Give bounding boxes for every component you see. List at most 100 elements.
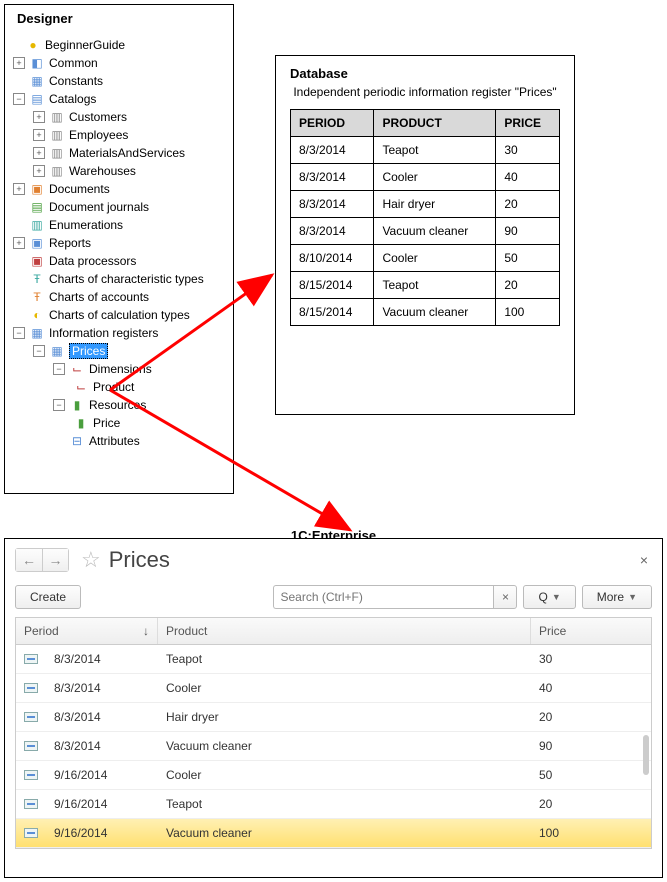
cell-period: 8/3/2014 bbox=[46, 710, 158, 724]
grid-header: Period↓ Product Price bbox=[16, 618, 651, 645]
catalog-item-icon: ▥ bbox=[49, 145, 65, 161]
nav-back-button[interactable]: ← bbox=[16, 549, 42, 571]
tree-reports[interactable]: +▣Reports bbox=[9, 234, 229, 252]
db-cell: 100 bbox=[496, 299, 560, 326]
favorite-star-icon[interactable]: ☆ bbox=[81, 547, 101, 573]
tree-cctypes[interactable]: ŦCharts of characteristic types bbox=[9, 270, 229, 288]
tree-materials[interactable]: +▥MaterialsAndServices bbox=[9, 144, 229, 162]
cell-product: Teapot bbox=[158, 797, 531, 811]
expand-icon[interactable]: + bbox=[13, 237, 25, 249]
tree-catalogs[interactable]: −▤Catalogs bbox=[9, 90, 229, 108]
collapse-icon[interactable]: − bbox=[13, 93, 25, 105]
tree-dimensions[interactable]: −⌙Dimensions bbox=[9, 360, 229, 378]
row-icon-cell bbox=[16, 683, 46, 693]
chevron-down-icon: ▼ bbox=[628, 592, 637, 602]
resource-group-icon: ▮ bbox=[69, 397, 85, 413]
collapse-icon[interactable]: − bbox=[13, 327, 25, 339]
grid-row[interactable]: 9/16/2014Cooler50 bbox=[16, 761, 651, 790]
dataproc-icon: ▣ bbox=[29, 253, 45, 269]
chart-icon: Ŧ bbox=[29, 289, 45, 305]
enterprise-header: ← → ☆ Prices × bbox=[5, 539, 662, 581]
tree-product-dim[interactable]: ⌙Product bbox=[9, 378, 229, 396]
database-title: Database bbox=[290, 66, 560, 81]
expand-icon[interactable]: + bbox=[13, 183, 25, 195]
journal-icon: ▤ bbox=[29, 199, 45, 215]
dimension-group-icon: ⌙ bbox=[69, 361, 85, 377]
grid-row[interactable]: 8/3/2014Teapot30 bbox=[16, 645, 651, 674]
col-product[interactable]: Product bbox=[158, 618, 531, 644]
cell-period: 9/16/2014 bbox=[46, 768, 158, 782]
db-row: 8/3/2014Cooler40 bbox=[291, 164, 560, 191]
cell-period: 8/3/2014 bbox=[46, 739, 158, 753]
grid-row[interactable]: 8/3/2014Hair dryer20 bbox=[16, 703, 651, 732]
clear-search-button[interactable]: × bbox=[493, 585, 517, 609]
search-input[interactable] bbox=[273, 585, 493, 609]
cell-product: Cooler bbox=[158, 768, 531, 782]
grid-row[interactable]: 8/3/2014Cooler40 bbox=[16, 674, 651, 703]
db-cell: 20 bbox=[496, 191, 560, 218]
tree-resources[interactable]: −▮Resources bbox=[9, 396, 229, 414]
reports-icon: ▣ bbox=[29, 235, 45, 251]
record-icon bbox=[24, 654, 38, 664]
database-panel: Database Independent periodic informatio… bbox=[275, 55, 575, 415]
tree-customers[interactable]: +▥Customers bbox=[9, 108, 229, 126]
tree-constants[interactable]: ▦Constants bbox=[9, 72, 229, 90]
tree-inforeg[interactable]: −▦Information registers bbox=[9, 324, 229, 342]
tree-employees[interactable]: +▥Employees bbox=[9, 126, 229, 144]
tree-price-res[interactable]: ▮Price bbox=[9, 414, 229, 432]
tree-warehouses[interactable]: +▥Warehouses bbox=[9, 162, 229, 180]
tree-ccalctypes[interactable]: ◐Charts of calculation types bbox=[9, 306, 229, 324]
cell-product: Vacuum cleaner bbox=[158, 826, 531, 840]
search-group: × bbox=[273, 585, 517, 609]
expand-icon[interactable]: + bbox=[33, 129, 45, 141]
cell-period: 8/3/2014 bbox=[46, 652, 158, 666]
expand-icon[interactable]: + bbox=[33, 165, 45, 177]
db-cell: 8/15/2014 bbox=[291, 299, 374, 326]
db-cell: 8/3/2014 bbox=[291, 137, 374, 164]
cell-price: 40 bbox=[531, 681, 651, 695]
col-period[interactable]: Period↓ bbox=[16, 618, 158, 644]
tree-root[interactable]: ●BeginnerGuide bbox=[9, 36, 229, 54]
tree-prices[interactable]: −▦Prices bbox=[9, 342, 229, 360]
expand-icon[interactable]: + bbox=[13, 57, 25, 69]
designer-title: Designer bbox=[17, 11, 229, 26]
nav-forward-button[interactable]: → bbox=[42, 549, 68, 571]
collapse-icon[interactable]: − bbox=[53, 363, 65, 375]
collapse-icon[interactable]: − bbox=[53, 399, 65, 411]
expand-icon[interactable]: + bbox=[33, 147, 45, 159]
tree-common[interactable]: +◧Common bbox=[9, 54, 229, 72]
create-button[interactable]: Create bbox=[15, 585, 81, 609]
tree-dataproc[interactable]: ▣Data processors bbox=[9, 252, 229, 270]
tree-attributes[interactable]: ⊟Attributes bbox=[9, 432, 229, 450]
tree-enums[interactable]: ▥Enumerations bbox=[9, 216, 229, 234]
collapse-icon[interactable]: − bbox=[33, 345, 45, 357]
grid-row[interactable]: 8/3/2014Vacuum cleaner90 bbox=[16, 732, 651, 761]
row-icon-cell bbox=[16, 770, 46, 780]
record-icon bbox=[24, 799, 38, 809]
cell-period: 9/16/2014 bbox=[46, 826, 158, 840]
grid-row[interactable]: 9/16/2014Vacuum cleaner100 bbox=[16, 819, 651, 848]
globe-icon: ● bbox=[25, 37, 41, 53]
close-button[interactable]: × bbox=[636, 552, 652, 568]
sort-desc-icon: ↓ bbox=[143, 624, 149, 638]
cell-price: 20 bbox=[531, 710, 651, 724]
more-button[interactable]: More▼ bbox=[582, 585, 652, 609]
tree-caccounts[interactable]: ŦCharts of accounts bbox=[9, 288, 229, 306]
db-cell: Teapot bbox=[374, 272, 496, 299]
cell-price: 90 bbox=[531, 739, 651, 753]
inforeg-icon: ▦ bbox=[29, 325, 45, 341]
db-cell: Cooler bbox=[374, 164, 496, 191]
tree-docjournals[interactable]: ▤Document journals bbox=[9, 198, 229, 216]
grid-row[interactable]: 9/16/2014Teapot20 bbox=[16, 790, 651, 819]
chart-icon: Ŧ bbox=[29, 271, 45, 287]
form-title: Prices bbox=[109, 547, 170, 573]
scrollbar-thumb[interactable] bbox=[643, 735, 649, 775]
tree-documents[interactable]: +▣Documents bbox=[9, 180, 229, 198]
col-price[interactable]: Price bbox=[531, 618, 651, 644]
search-menu-button[interactable]: Q▼ bbox=[523, 585, 575, 609]
db-cell: 40 bbox=[496, 164, 560, 191]
db-cell: Vacuum cleaner bbox=[374, 218, 496, 245]
cell-product: Cooler bbox=[158, 681, 531, 695]
expand-icon[interactable]: + bbox=[33, 111, 45, 123]
db-cell: Vacuum cleaner bbox=[374, 299, 496, 326]
